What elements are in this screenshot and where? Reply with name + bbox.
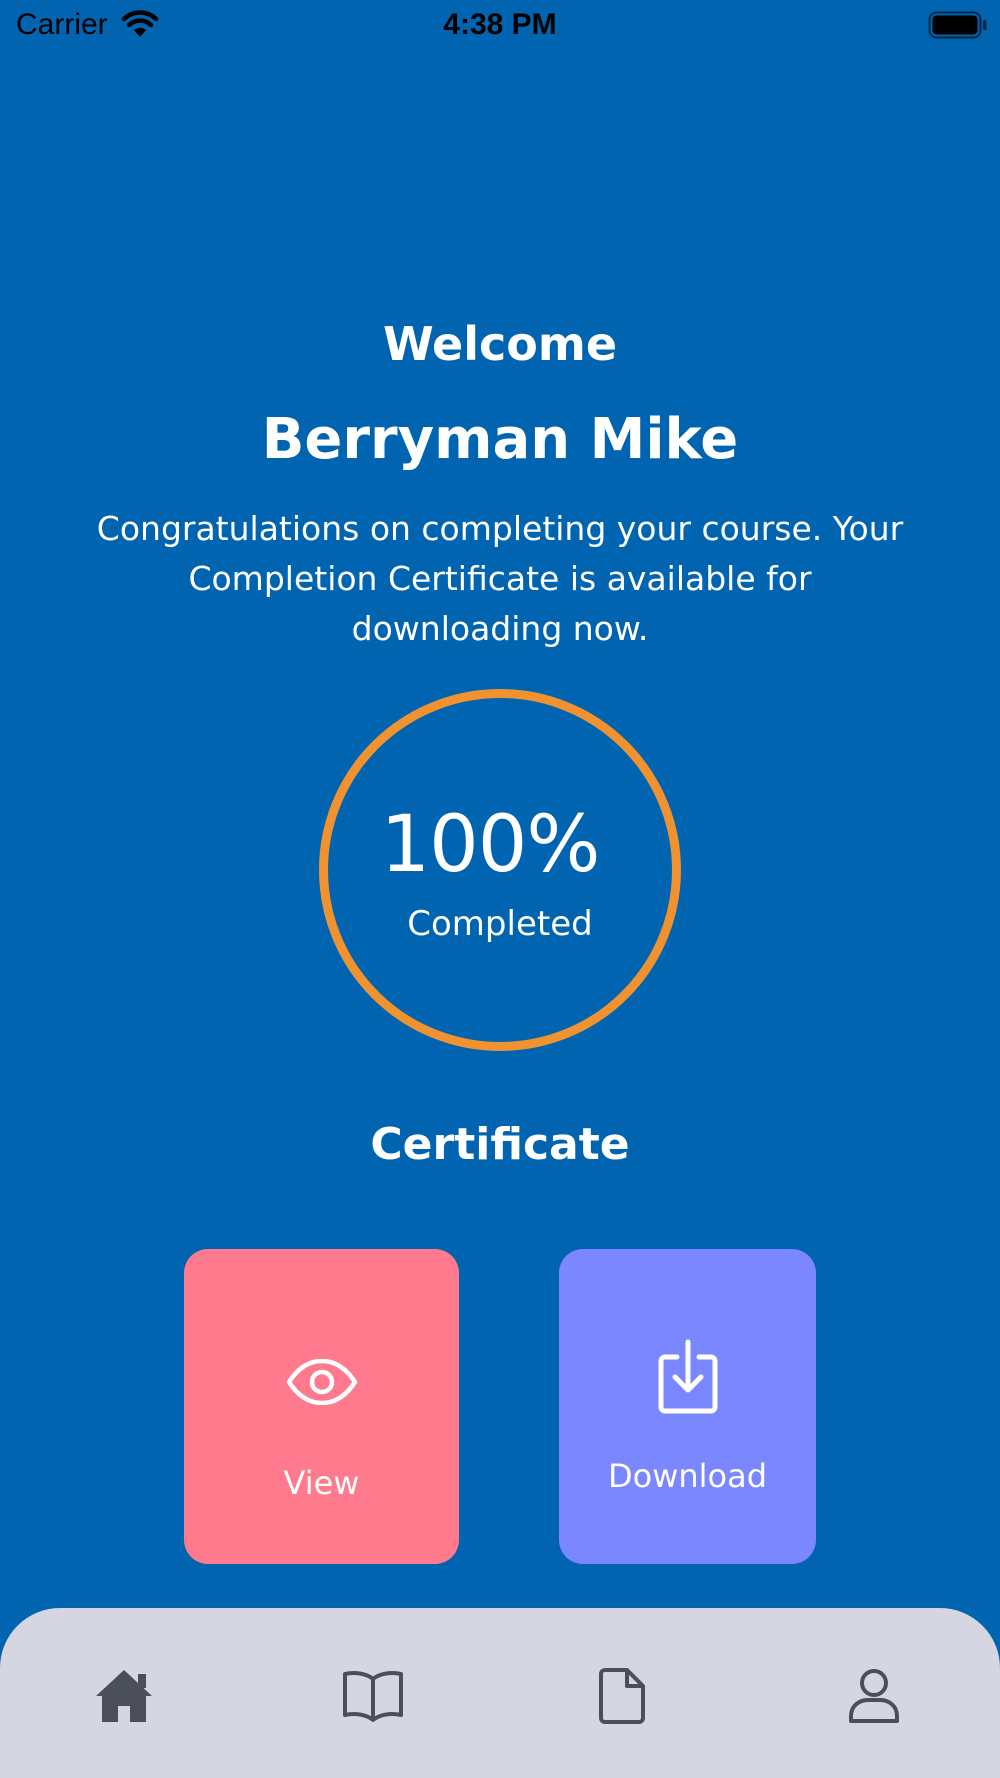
download-label: Download <box>607 1457 768 1495</box>
tab-home[interactable] <box>84 1658 164 1738</box>
book-icon <box>342 1669 404 1727</box>
completion-message: Congratulations on completing your cours… <box>96 509 904 648</box>
eye-icon <box>184 1359 459 1405</box>
download-certificate-button[interactable]: Download <box>559 1249 816 1564</box>
view-certificate-button[interactable]: View <box>184 1249 459 1564</box>
home-icon <box>94 1668 154 1728</box>
tab-documents[interactable] <box>582 1658 662 1738</box>
download-icon <box>559 1339 816 1415</box>
tab-profile[interactable] <box>834 1658 914 1738</box>
battery-icon <box>928 11 988 39</box>
profile-icon <box>848 1668 900 1728</box>
welcome-heading: Welcome <box>382 317 618 371</box>
tab-bar <box>0 1608 1000 1778</box>
user-name: Berryman Mike <box>261 407 739 472</box>
progress-value: 100% <box>380 800 601 890</box>
progress-label: Completed <box>407 904 593 944</box>
status-bar: Carrier 4:38 PM <box>0 0 1000 50</box>
certificate-heading: Certificate <box>370 1119 630 1170</box>
view-label: View <box>283 1464 360 1502</box>
tab-courses[interactable] <box>333 1658 413 1738</box>
document-icon <box>599 1668 645 1728</box>
status-time: 4:38 PM <box>443 8 557 41</box>
